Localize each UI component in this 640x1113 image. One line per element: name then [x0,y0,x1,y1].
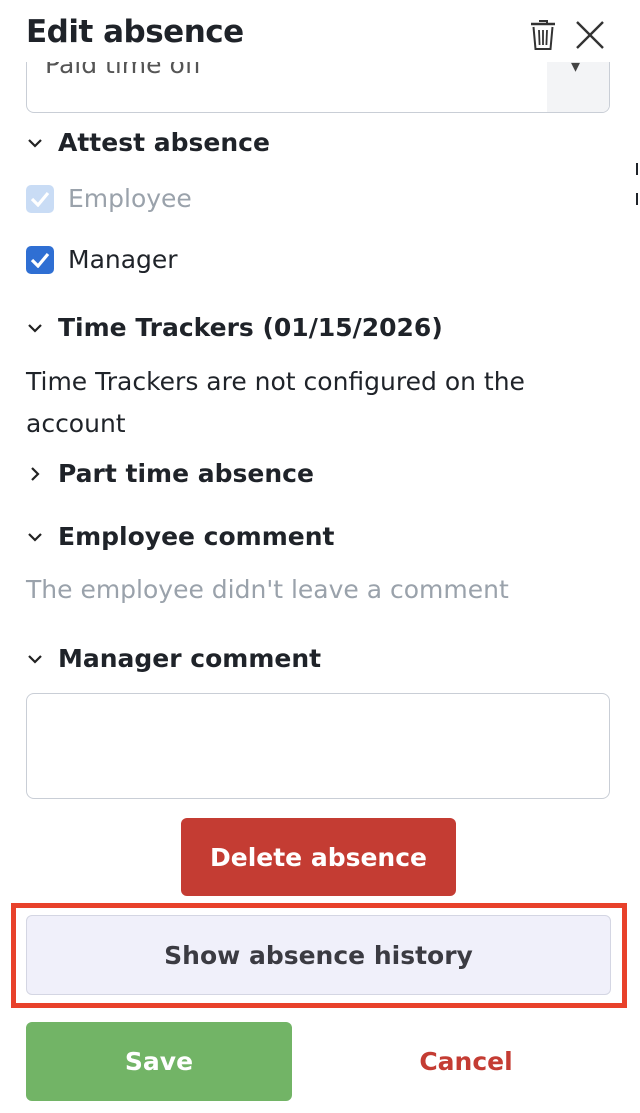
checkmark-icon [30,252,50,268]
close-button[interactable] [570,15,610,55]
employee-comment-message: The employee didn't leave a comment [26,575,509,604]
close-icon [576,21,604,49]
manager-comment-input[interactable] [26,693,610,799]
time-trackers-section-header[interactable]: Time Trackers (01/15/2026) [26,313,443,342]
manager-comment-heading: Manager comment [58,644,322,673]
manager-attest-row: Manager [26,245,178,274]
chevron-down-icon [28,654,42,664]
employee-comment-heading: Employee comment [58,522,335,551]
scrollbar-mark [636,163,638,175]
cancel-button[interactable]: Cancel [360,1022,572,1101]
part-time-section-header[interactable]: Part time absence [26,459,314,488]
attest-section-header[interactable]: Attest absence [26,128,270,157]
chevron-down-icon [28,138,42,148]
attest-heading: Attest absence [58,128,270,157]
part-time-heading: Part time absence [58,459,314,488]
manager-comment-section-header[interactable]: Manager comment [26,644,321,673]
select-arrow-zone: ▾ [547,62,609,112]
delete-icon-button[interactable] [523,15,563,55]
manager-attest-checkbox[interactable] [26,245,54,274]
show-absence-history-button[interactable]: Show absence history [26,915,611,995]
page-title: Edit absence [26,14,244,50]
chevron-down-icon: ▾ [571,62,581,77]
trash-icon [531,20,555,50]
time-trackers-heading: Time Trackers (01/15/2026) [58,313,443,342]
employee-attest-row: Employee [26,184,192,213]
chevron-right-icon [31,466,40,481]
time-trackers-message: Time Trackers are not configured on the … [26,367,525,438]
save-button[interactable]: Save [26,1022,292,1101]
employee-attest-label: Employee [68,184,192,213]
chevron-down-icon [28,532,42,542]
manager-attest-label: Manager [68,245,178,274]
employee-attest-checkbox[interactable] [26,184,54,213]
checkmark-icon [30,191,50,207]
chevron-down-icon [28,323,42,333]
scrollbar-mark [636,193,638,205]
absence-type-value: Paid time off [45,62,202,79]
delete-absence-button[interactable]: Delete absence [181,818,456,896]
employee-comment-section-header[interactable]: Employee comment [26,522,334,551]
absence-type-select[interactable]: Paid time off ▾ [26,62,610,113]
